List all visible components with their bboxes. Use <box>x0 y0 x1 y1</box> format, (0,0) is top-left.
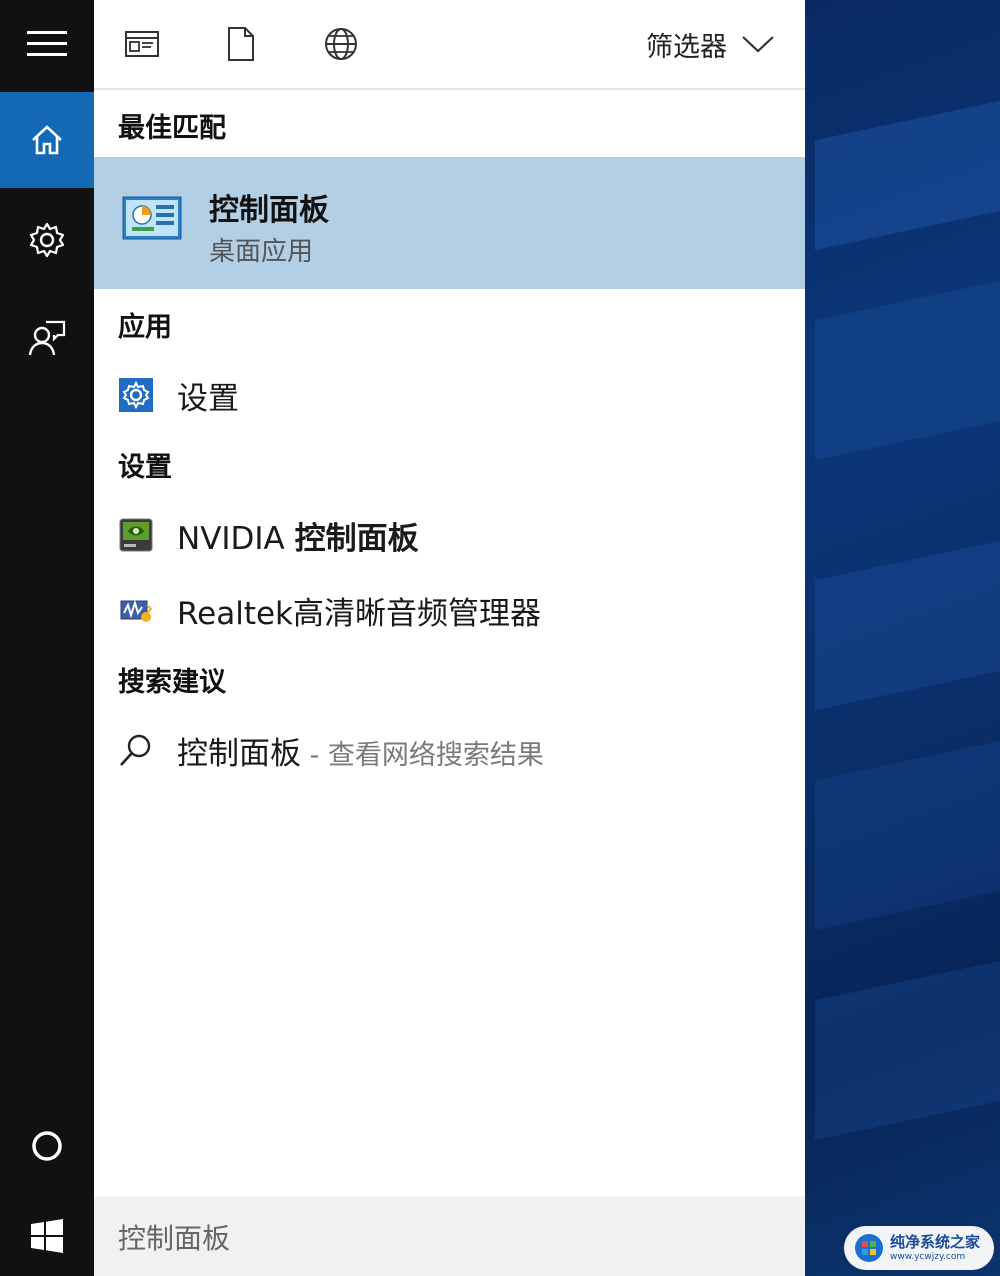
search-scope-toolbar: 筛选器 <box>94 0 805 90</box>
web-scope-button[interactable] <box>321 24 361 64</box>
search-results-panel: 筛选器 最佳匹配 控制面板 桌面应用 应用 设置 设置 NVIDIA 控制面板 … <box>94 0 805 1196</box>
filter-label: 筛选器 <box>646 31 727 63</box>
cortana-button[interactable] <box>0 1098 94 1194</box>
search-box[interactable] <box>94 1196 805 1276</box>
suggestion-hint: - 查看网络搜索结果 <box>301 739 544 771</box>
watermark-logo-icon <box>855 1234 883 1262</box>
apps-heading: 应用 <box>118 312 172 343</box>
suggestion-query: 控制面板 <box>177 735 301 772</box>
start-button[interactable] <box>0 1196 94 1276</box>
watermark-text: 纯净系统之家 <box>890 1232 981 1251</box>
home-icon <box>32 125 62 155</box>
home-button[interactable] <box>0 92 94 188</box>
control-panel-icon <box>122 196 182 240</box>
search-input[interactable] <box>116 1214 760 1260</box>
best-match-title: 控制面板 <box>209 193 329 228</box>
chevron-down-icon <box>742 36 774 53</box>
settings-heading: 设置 <box>118 452 172 483</box>
suggestion-label: 控制面板 - 查看网络搜索结果 <box>177 728 544 773</box>
site-watermark-logo: 纯净系统之家 www.ycwjzy.com <box>844 1226 994 1270</box>
gear-icon <box>29 222 65 258</box>
list-item-web-suggestion[interactable]: 控制面板 - 查看网络搜索结果 <box>94 720 805 780</box>
desktop-background <box>805 0 1000 1276</box>
search-suggestions-heading: 搜索建议 <box>118 667 226 698</box>
hamburger-menu-button[interactable] <box>0 0 94 88</box>
filter-dropdown[interactable]: 筛选器 <box>646 24 775 64</box>
best-match-result[interactable]: 控制面板 桌面应用 <box>94 157 805 289</box>
nvidia-prefix: NVIDIA <box>177 520 295 557</box>
nvidia-label: NVIDIA 控制面板 <box>177 513 419 558</box>
nvidia-icon <box>118 517 154 553</box>
watermark-url: www.ycwjzy.com <box>890 1251 966 1262</box>
best-match-heading: 最佳匹配 <box>118 113 226 144</box>
feedback-person-icon <box>28 320 66 356</box>
windows-logo-icon <box>31 1219 63 1253</box>
cortana-circle-icon <box>32 1131 62 1161</box>
settings-button[interactable] <box>0 192 94 288</box>
search-icon <box>118 732 154 768</box>
document-icon <box>228 27 254 61</box>
settings-app-label: 设置 <box>177 380 239 417</box>
list-item-settings-app[interactable]: 设置 <box>94 365 805 425</box>
globe-icon <box>325 28 357 60</box>
feedback-button[interactable] <box>0 290 94 386</box>
apps-scope-button[interactable] <box>122 24 162 64</box>
documents-scope-button[interactable] <box>221 24 261 64</box>
app-window-icon <box>125 31 159 57</box>
hamburger-icon <box>27 31 67 56</box>
settings-gear-icon <box>118 377 154 413</box>
realtek-label: Realtek高清晰音频管理器 <box>177 595 542 632</box>
best-match-subtitle: 桌面应用 <box>209 237 314 267</box>
nvidia-bold-text: 控制面板 <box>294 520 419 557</box>
list-item-nvidia[interactable]: NVIDIA 控制面板 <box>94 505 805 565</box>
realtek-audio-icon <box>118 592 154 628</box>
start-left-rail <box>0 0 94 1276</box>
list-item-realtek[interactable]: Realtek高清晰音频管理器 <box>94 580 805 640</box>
